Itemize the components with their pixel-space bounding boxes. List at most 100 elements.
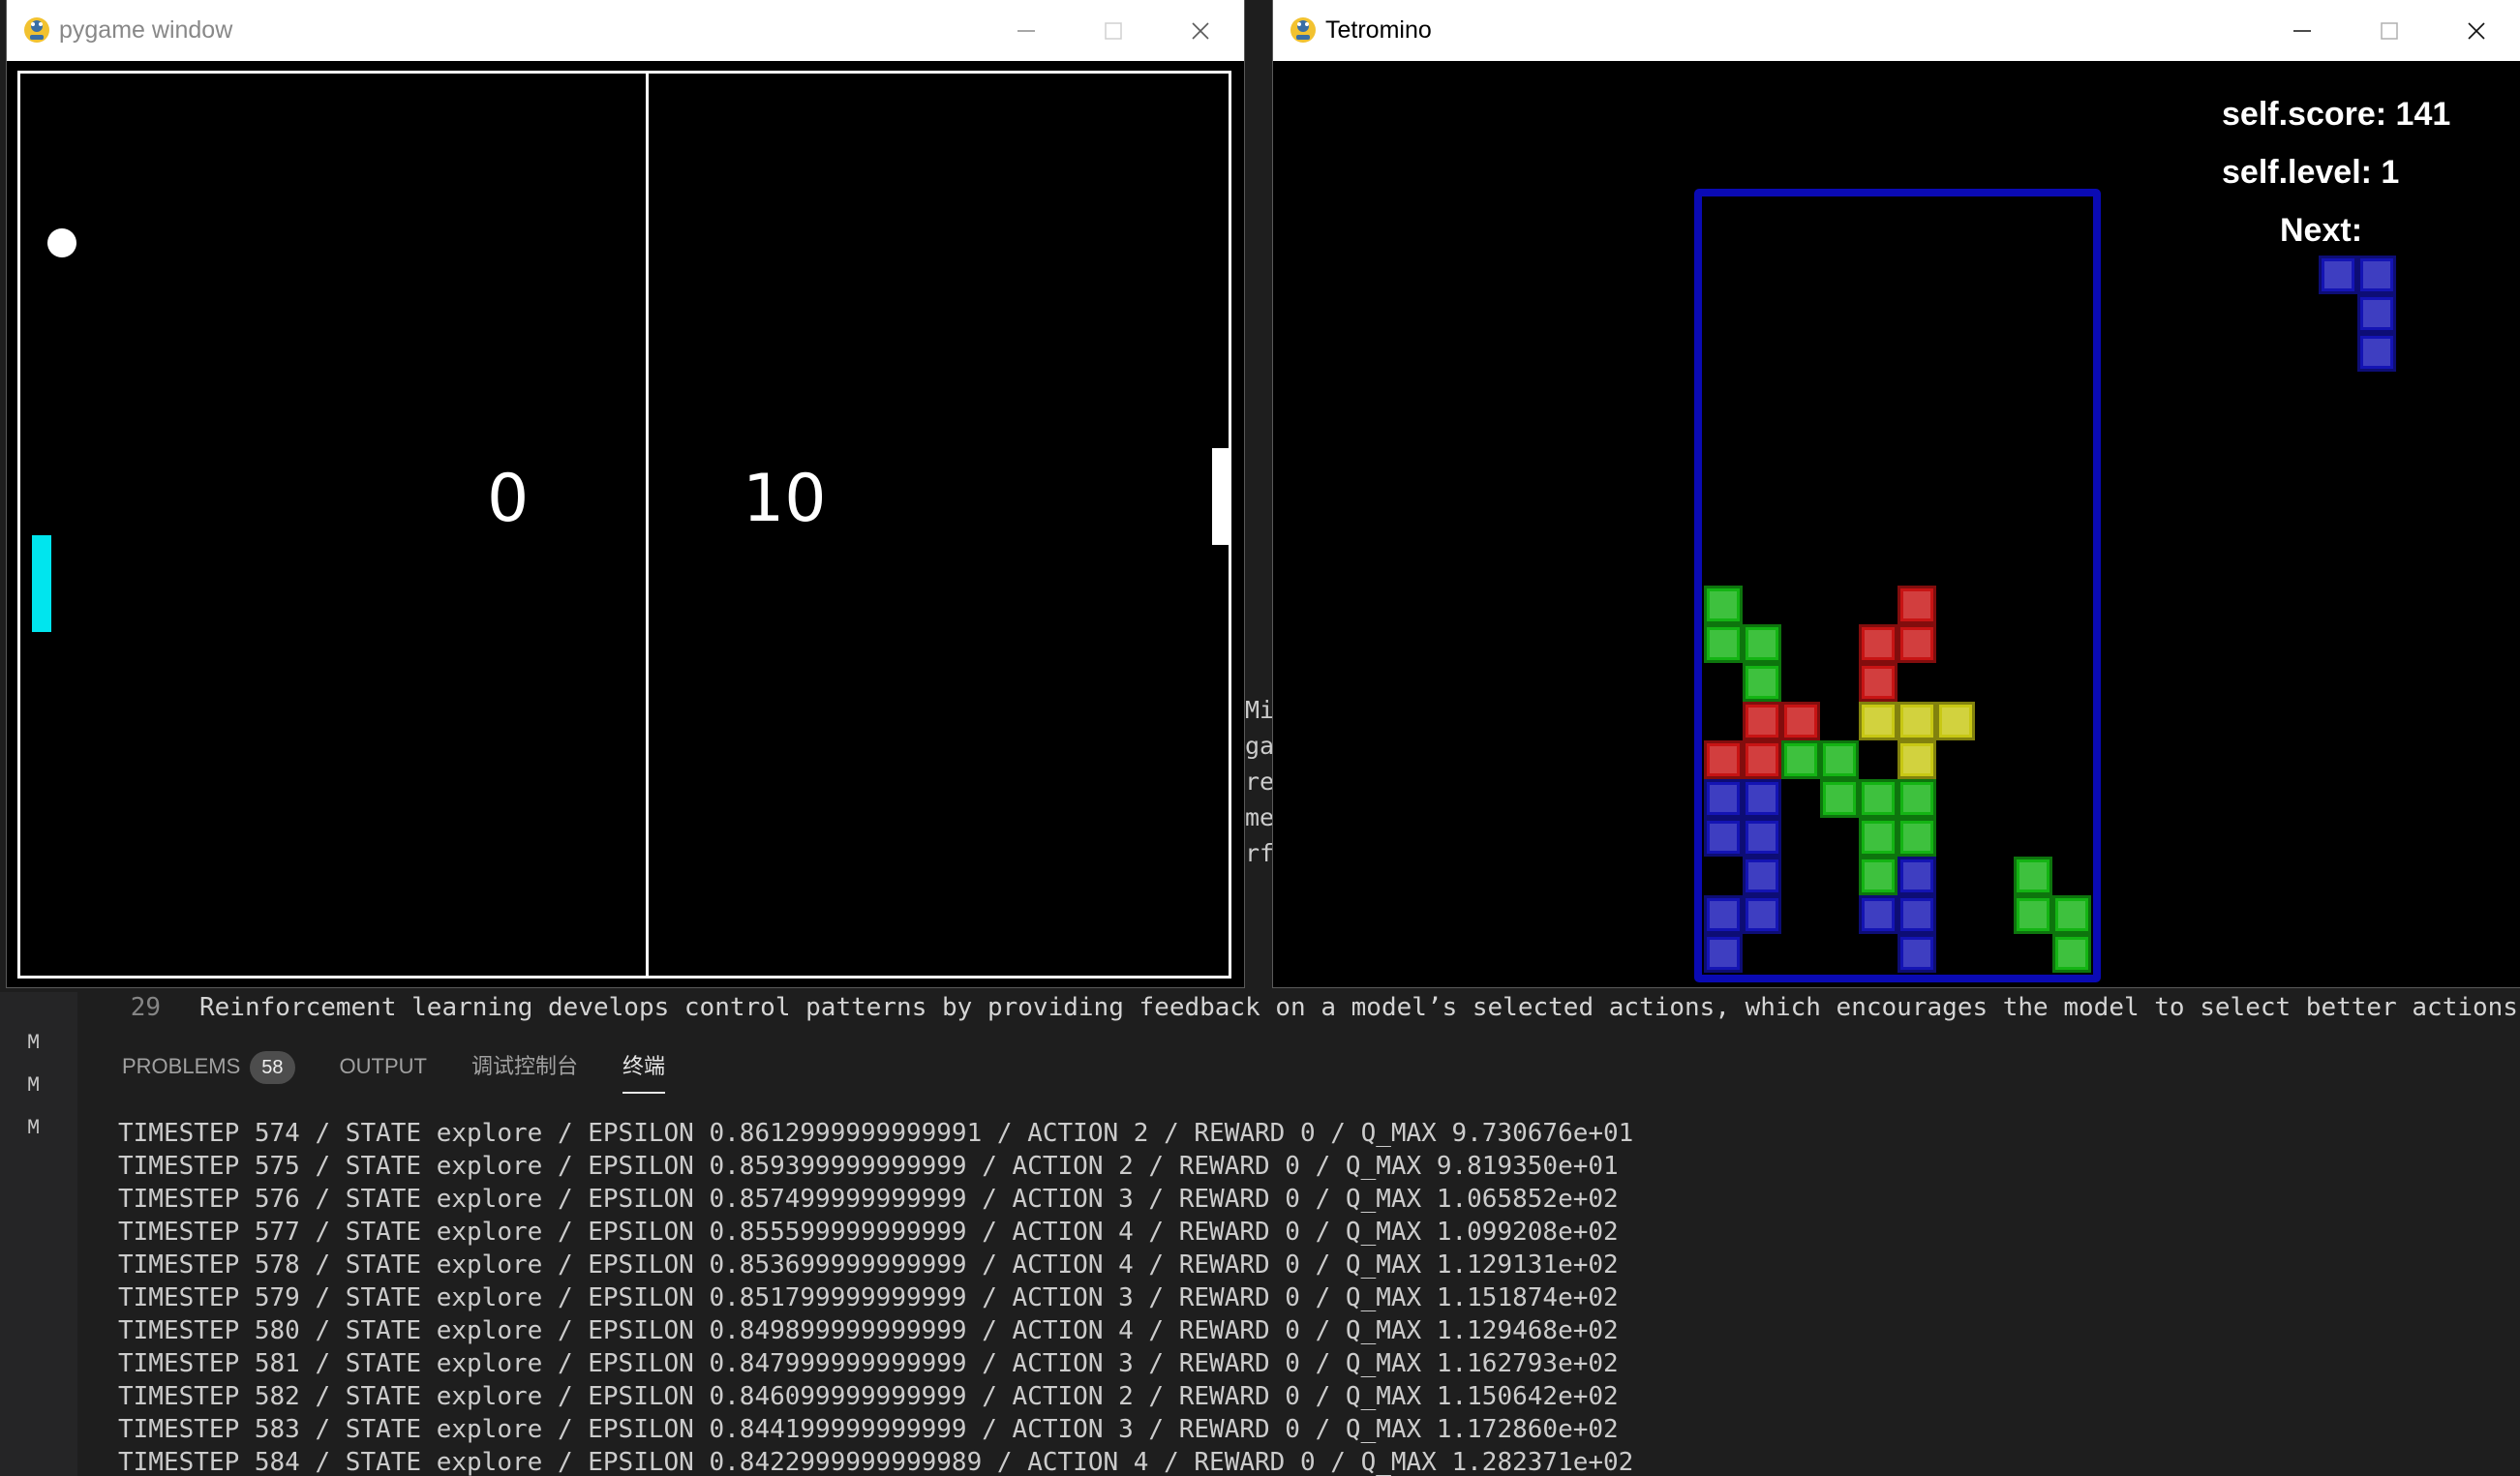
pong-window: pygame window 0 10: [7, 0, 1244, 987]
tetris-block-green: [1859, 779, 1898, 818]
terminal-line: TIMESTEP 577 / STATE explore / EPSILON 0…: [118, 1218, 1619, 1247]
tetris-block-green: [1859, 857, 1898, 895]
pong-canvas[interactable]: 0 10: [7, 61, 1244, 987]
tab-output-label: OUTPUT: [339, 1054, 427, 1078]
terminal-line: TIMESTEP 576 / STATE explore / EPSILON 0…: [118, 1185, 1619, 1214]
tetris-block-yellow: [1859, 702, 1898, 740]
editor-peek-text-left: Mi ga re me rfo: [1245, 692, 1274, 876]
tetris-block-green: [1859, 818, 1898, 857]
minimize-icon: [1017, 29, 1035, 32]
tetris-block-red: [1898, 586, 1936, 624]
tetris-block-blue: [1704, 934, 1743, 973]
activity-bar: M M M: [0, 992, 77, 1476]
terminal-line: TIMESTEP 581 / STATE explore / EPSILON 0…: [118, 1349, 1619, 1378]
tetris-block-green: [2052, 934, 2091, 973]
score-right: 10: [743, 461, 827, 537]
window-title: pygame window: [59, 16, 233, 44]
tetris-block-red: [1859, 624, 1898, 663]
tetris-block-green: [1781, 740, 1820, 779]
tab-output[interactable]: OUTPUT: [340, 1045, 427, 1088]
tetris-block-yellow: [1936, 702, 1975, 740]
git-modified-marker: M: [27, 1073, 41, 1098]
tetris-block-blue: [1743, 895, 1781, 934]
pong-net-line: [646, 71, 649, 979]
terminal-line: TIMESTEP 574 / STATE explore / EPSILON 0…: [118, 1119, 1634, 1148]
terminal-line: TIMESTEP 583 / STATE explore / EPSILON 0…: [118, 1415, 1619, 1444]
score-left: 0: [487, 461, 530, 537]
pong-ball: [47, 228, 76, 257]
terminal-line: TIMESTEP 584 / STATE explore / EPSILON 0…: [118, 1448, 1634, 1476]
tetris-block-blue: [1704, 818, 1743, 857]
minimize-icon: [2293, 29, 2311, 32]
terminal-line: TIMESTEP 579 / STATE explore / EPSILON 0…: [118, 1283, 1619, 1312]
git-modified-marker: M: [27, 1031, 41, 1055]
next-piece-block: [2357, 256, 2396, 294]
maximize-icon: [2381, 21, 2398, 40]
tetris-block-green: [1820, 779, 1859, 818]
git-modified-marker: M: [27, 1116, 41, 1140]
editor-peek-fragment: re: [1245, 768, 1274, 796]
close-icon: [1192, 21, 1209, 40]
minimize-button[interactable]: [2259, 0, 2346, 61]
tetris-block-green: [2014, 895, 2052, 934]
tetris-block-blue: [1743, 857, 1781, 895]
pong-titlebar[interactable]: pygame window: [7, 0, 1244, 61]
terminal-line: TIMESTEP 582 / STATE explore / EPSILON 0…: [118, 1382, 1619, 1411]
tetromino-window: Tetromino self.score: 141 self.level: 1 …: [1273, 0, 2520, 987]
maximize-button[interactable]: [2346, 0, 2433, 61]
tetris-block-red: [1898, 624, 1936, 663]
tetris-block-green: [2014, 857, 2052, 895]
tetris-block-green: [2052, 895, 2091, 934]
tetris-canvas[interactable]: self.score: 141 self.level: 1 Next:: [1273, 61, 2520, 987]
tetris-block-blue: [1898, 934, 1936, 973]
tetris-block-yellow: [1898, 740, 1936, 779]
score-text: self.score: 141: [2222, 96, 2451, 133]
tab-terminal[interactable]: 终端: [622, 1045, 666, 1094]
tetris-block-red: [1743, 702, 1781, 740]
pygame-snake-icon: [1290, 17, 1316, 43]
terminal-output[interactable]: TIMESTEP 574 / STATE explore / EPSILON 0…: [118, 1117, 2509, 1476]
tab-debug-console-label: 调试控制台: [471, 1054, 578, 1078]
editor-line[interactable]: 29 Reinforcement learning develops contro…: [77, 987, 2520, 1028]
tab-problems-label: PROBLEMS: [122, 1054, 241, 1078]
tetris-block-green: [1820, 740, 1859, 779]
minimize-button[interactable]: [983, 0, 1070, 61]
tetromino-titlebar[interactable]: Tetromino: [1273, 0, 2520, 61]
tetris-block-blue: [1743, 779, 1781, 818]
tetris-block-blue: [1704, 895, 1743, 934]
editor-peek-fragment: me: [1245, 803, 1274, 831]
line-number: 29: [130, 993, 161, 1022]
terminal-line: TIMESTEP 580 / STATE explore / EPSILON 0…: [118, 1316, 1619, 1345]
editor-peek-fragment: rfo: [1245, 839, 1274, 867]
pygame-snake-icon: [24, 17, 49, 43]
tetris-block-green: [1743, 663, 1781, 702]
tetris-block-blue: [1898, 857, 1936, 895]
maximize-button[interactable]: [1070, 0, 1157, 61]
terminal-line: TIMESTEP 578 / STATE explore / EPSILON 0…: [118, 1250, 1619, 1280]
editor-peek-fragment: ga: [1245, 732, 1274, 760]
next-piece-block: [2357, 294, 2396, 333]
problems-count-badge: 58: [250, 1051, 295, 1085]
editor-peek-fragment: Mi: [1245, 696, 1274, 724]
editor-line-text: Reinforcement learning develops control …: [199, 993, 2520, 1022]
next-label: Next:: [2280, 212, 2363, 249]
tetris-block-blue: [1704, 779, 1743, 818]
close-button[interactable]: [2433, 0, 2520, 61]
tetris-block-blue: [1859, 895, 1898, 934]
maximize-icon: [1105, 21, 1122, 40]
close-icon: [2468, 21, 2485, 40]
tetris-block-yellow: [1898, 702, 1936, 740]
tetris-block-red: [1781, 702, 1820, 740]
close-button[interactable]: [1157, 0, 1244, 61]
tetris-block-green: [1898, 818, 1936, 857]
tetris-block-blue: [1898, 895, 1936, 934]
tetris-block-red: [1859, 663, 1898, 702]
right-paddle: [1212, 448, 1231, 545]
tab-problems[interactable]: PROBLEMS 58: [122, 1045, 295, 1088]
tetris-block-green: [1704, 624, 1743, 663]
left-paddle: [32, 535, 51, 632]
next-piece-block: [2319, 256, 2357, 294]
tetris-block-green: [1704, 586, 1743, 624]
tetris-block-blue: [1743, 818, 1781, 857]
tab-debug-console[interactable]: 调试控制台: [471, 1045, 578, 1088]
